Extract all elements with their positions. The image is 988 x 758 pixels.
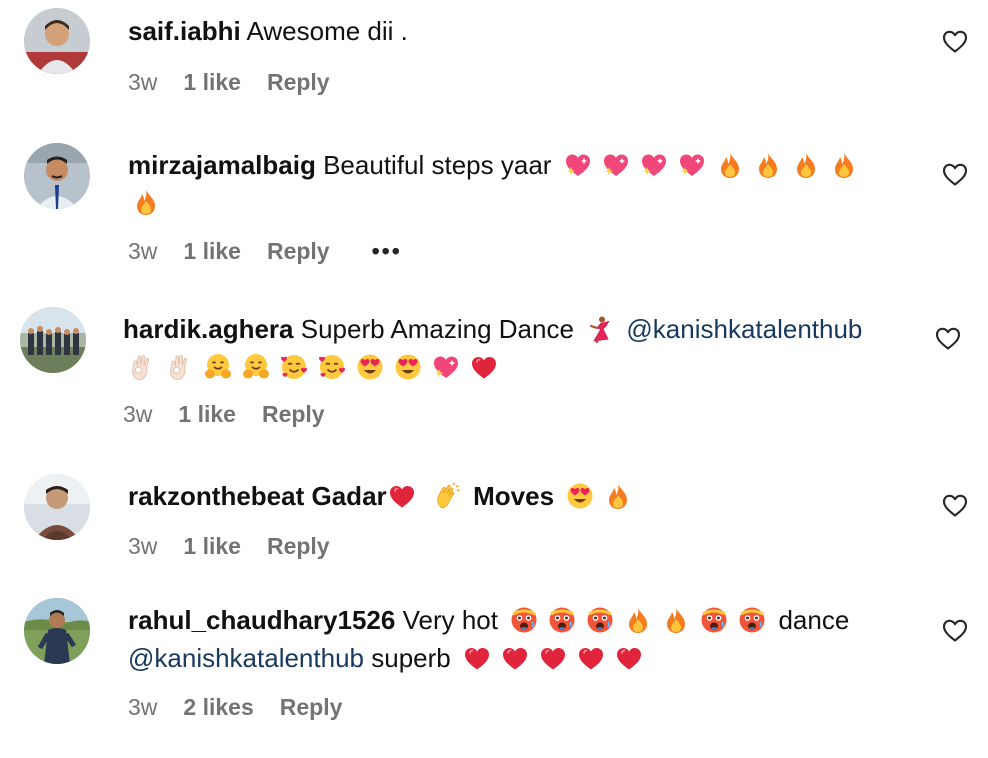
like-heart-icon[interactable] xyxy=(934,324,962,352)
comment-meta: 3w 1 like Reply xyxy=(128,69,356,96)
heart-eyes-icon xyxy=(356,353,384,381)
fire-icon xyxy=(716,151,744,179)
hot-face-icon xyxy=(738,606,766,634)
comment-meta: 3w 2 likes Reply xyxy=(128,694,368,721)
more-options-icon[interactable]: ••• xyxy=(372,238,402,265)
sparkling-heart-icon xyxy=(640,151,668,179)
comment-body: mirzajamalbaig Beautiful steps yaar xyxy=(128,147,863,183)
like-heart-icon[interactable] xyxy=(941,160,969,188)
comment-meta: 3w 1 like Reply xyxy=(128,533,356,560)
heart-eyes-icon xyxy=(566,482,594,510)
comment-text: Superb Amazing Dance xyxy=(300,314,574,344)
comment-username[interactable]: hardik.aghera xyxy=(123,314,294,344)
fire-icon xyxy=(830,151,858,179)
avatar[interactable] xyxy=(24,143,90,209)
fire-icon xyxy=(662,606,690,634)
comment-likes[interactable]: 2 likes xyxy=(183,694,253,721)
comment-mention-link[interactable]: @kanishkatalenthub xyxy=(128,643,364,673)
comment-text-2: dance xyxy=(778,605,850,635)
comment-body-continued xyxy=(123,349,503,385)
fire-icon xyxy=(792,151,820,179)
reply-button[interactable]: Reply xyxy=(267,533,330,560)
avatar[interactable] xyxy=(24,598,90,664)
comment-age: 3w xyxy=(128,533,158,559)
comment-body: rahul_chaudhary1526 Very hot dance xyxy=(128,602,849,638)
fire-icon xyxy=(754,151,782,179)
comment-age: 3w xyxy=(128,238,158,264)
like-heart-icon[interactable] xyxy=(941,491,969,519)
red-heart-icon xyxy=(539,644,567,672)
hugging-face-icon xyxy=(242,353,270,381)
like-heart-icon[interactable] xyxy=(941,616,969,644)
red-heart-icon xyxy=(501,644,529,672)
hot-face-icon xyxy=(586,606,614,634)
ok-hand-icon xyxy=(166,353,194,381)
comment-text-3: superb xyxy=(371,643,451,673)
hugging-face-icon xyxy=(204,353,232,381)
comment-meta: 3w 1 like Reply xyxy=(123,401,351,428)
reply-button[interactable]: Reply xyxy=(280,694,343,721)
reply-button[interactable]: Reply xyxy=(267,238,330,265)
sparkling-heart-icon xyxy=(564,151,592,179)
comment-likes[interactable]: 1 like xyxy=(183,238,241,265)
avatar[interactable] xyxy=(24,8,90,74)
avatar[interactable] xyxy=(20,307,86,373)
fire-icon xyxy=(604,482,632,510)
comment-text: Gadar xyxy=(311,481,387,511)
comment-body-continued: @kanishkatalenthub superb xyxy=(128,640,648,676)
sparkling-heart-icon xyxy=(602,151,630,179)
comment-username[interactable]: saif.iabhi xyxy=(128,16,241,46)
comment-age: 3w xyxy=(123,401,153,427)
red-heart-icon xyxy=(615,644,643,672)
fire-icon xyxy=(132,188,160,216)
red-heart-icon xyxy=(463,644,491,672)
smiling-face-with-hearts-icon xyxy=(318,353,346,381)
comment-text-2: Moves xyxy=(473,481,555,511)
sparkling-heart-icon xyxy=(432,353,460,381)
comment-likes[interactable]: 1 like xyxy=(183,533,241,560)
heart-eyes-icon xyxy=(394,353,422,381)
comment-likes[interactable]: 1 like xyxy=(183,69,241,96)
smiling-face-with-hearts-icon xyxy=(280,353,308,381)
comment-username[interactable]: rakzonthebeat xyxy=(128,481,304,511)
fire-icon xyxy=(624,606,652,634)
woman-dancing-icon xyxy=(586,315,614,343)
hot-face-icon xyxy=(700,606,728,634)
reply-button[interactable]: Reply xyxy=(267,69,330,96)
red-heart-icon xyxy=(577,644,605,672)
comment-body: hardik.aghera Superb Amazing Dance @kani… xyxy=(123,311,862,347)
like-heart-icon[interactable] xyxy=(941,27,969,55)
comment-text: Very hot xyxy=(402,605,498,635)
hot-face-icon xyxy=(510,606,538,634)
comment-mention-link[interactable]: @kanishkatalenthub xyxy=(626,314,862,344)
comment-text: Awesome dii . xyxy=(246,16,408,46)
red-heart-icon xyxy=(388,482,416,510)
hot-face-icon xyxy=(548,606,576,634)
comment-username[interactable]: rahul_chaudhary1526 xyxy=(128,605,395,635)
red-heart-icon xyxy=(470,353,498,381)
comment-age: 3w xyxy=(128,69,158,95)
comment-likes[interactable]: 1 like xyxy=(178,401,236,428)
comment-age: 3w xyxy=(128,694,158,720)
avatar[interactable] xyxy=(24,474,90,540)
comment-body: rakzonthebeat Gadar Moves xyxy=(128,478,637,514)
comment-body: saif.iabhi Awesome dii . xyxy=(128,13,408,49)
reply-button[interactable]: Reply xyxy=(262,401,325,428)
comment-meta: 3w 1 like Reply ••• xyxy=(128,238,428,265)
ok-hand-icon xyxy=(128,353,156,381)
comment-body-continued xyxy=(128,184,165,220)
comment-username[interactable]: mirzajamalbaig xyxy=(128,150,316,180)
clapping-hands-icon xyxy=(433,482,461,510)
sparkling-heart-icon xyxy=(678,151,706,179)
comment-text: Beautiful steps yaar xyxy=(323,150,552,180)
